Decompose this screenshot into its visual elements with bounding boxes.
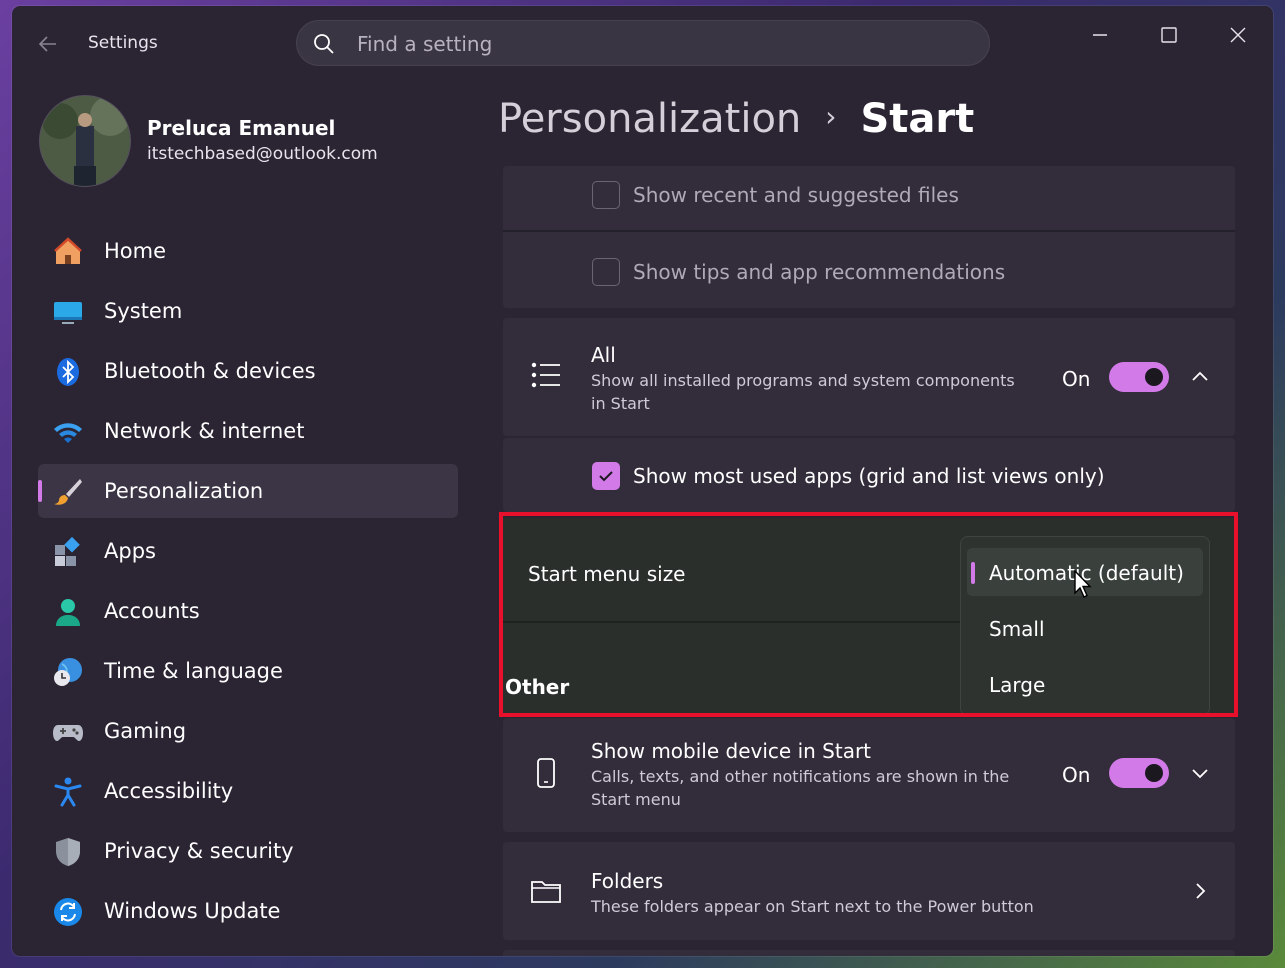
mobile-toggle-state: On — [1062, 763, 1091, 787]
sidebar-item-label: Apps — [104, 539, 156, 563]
sidebar-item-label: Windows Update — [104, 899, 281, 923]
mobile-toggle[interactable] — [1109, 758, 1169, 788]
mobile-title: Show mobile device in Start — [591, 739, 872, 763]
settings-window: Settings Find a setting Preluca Emanuel … — [12, 6, 1273, 956]
sidebar-item-personalization[interactable]: Personalization — [38, 464, 458, 518]
accounts-icon — [52, 596, 84, 628]
sidebar-item-time-language[interactable]: Time & language — [38, 644, 458, 698]
sidebar-item-label: Gaming — [104, 719, 187, 743]
maximize-button[interactable] — [1154, 20, 1184, 50]
sidebar-item-privacy[interactable]: Privacy & security — [38, 824, 458, 878]
sidebar-item-label: Home — [104, 239, 167, 263]
sidebar-item-label: System — [104, 299, 183, 323]
apps-icon — [52, 536, 84, 568]
list-icon — [529, 358, 563, 392]
sidebar-item-home[interactable]: Home — [38, 224, 458, 278]
page-title: Start — [860, 96, 975, 142]
chevron-right-icon[interactable] — [1189, 880, 1211, 902]
all-toggle-state: On — [1062, 367, 1091, 391]
all-title: All — [591, 343, 616, 367]
sidebar-item-label: Accounts — [104, 599, 200, 623]
sidebar-item-label: Network & internet — [104, 419, 305, 443]
search-icon — [313, 33, 335, 55]
avatar[interactable] — [39, 95, 131, 187]
breadcrumb-separator: › — [825, 100, 837, 133]
mobile-subtitle-2: Start menu — [591, 790, 681, 809]
search-box[interactable]: Find a setting — [296, 20, 990, 66]
title-bar: Settings Find a setting — [12, 6, 1273, 82]
profile-name: Preluca Emanuel — [147, 116, 336, 140]
breadcrumb-parent[interactable]: Personalization — [498, 96, 801, 142]
sidebar-item-label: Time & language — [104, 659, 283, 683]
folder-icon — [529, 874, 563, 908]
wifi-icon — [52, 416, 84, 448]
folders-subtitle: These folders appear on Start next to th… — [591, 897, 1034, 916]
divider — [503, 230, 1235, 232]
mobile-subtitle: Calls, texts, and other notifications ar… — [591, 767, 1010, 786]
recent-files-checkbox[interactable] — [592, 181, 620, 209]
all-toggle[interactable] — [1109, 362, 1169, 392]
minimize-button[interactable] — [1085, 20, 1115, 50]
globe-clock-icon — [52, 656, 84, 688]
most-used-checkbox[interactable] — [592, 462, 620, 490]
recent-files-label: Show recent and suggested files — [633, 183, 959, 207]
sidebar-item-windows-update[interactable]: Windows Update — [38, 884, 458, 938]
phone-icon — [529, 756, 563, 790]
shield-icon — [52, 836, 84, 868]
update-icon — [52, 896, 84, 928]
folders-title: Folders — [591, 869, 664, 893]
sidebar-item-bluetooth[interactable]: Bluetooth & devices — [38, 344, 458, 398]
app-title: Settings — [88, 33, 158, 53]
gamepad-icon — [52, 716, 84, 748]
chevron-down-icon[interactable] — [1189, 762, 1211, 784]
search-input[interactable]: Find a setting — [357, 32, 492, 56]
sidebar-nav: Home System Bluetooth & devices Network … — [38, 224, 458, 944]
sidebar-item-accounts[interactable]: Accounts — [38, 584, 458, 638]
bluetooth-icon — [52, 356, 84, 388]
close-button[interactable] — [1223, 20, 1253, 50]
chevron-up-icon[interactable] — [1189, 366, 1211, 388]
all-subtitle-2: in Start — [591, 394, 650, 413]
sidebar-item-system[interactable]: System — [38, 284, 458, 338]
sidebar-item-accessibility[interactable]: Accessibility — [38, 764, 458, 818]
accessibility-icon — [52, 776, 84, 808]
sidebar-item-gaming[interactable]: Gaming — [38, 704, 458, 758]
all-subtitle: Show all installed programs and system c… — [591, 371, 1015, 390]
back-arrow-icon[interactable] — [36, 32, 60, 56]
mouse-cursor-icon — [1073, 569, 1093, 598]
most-used-label: Show most used apps (grid and list views… — [633, 464, 1105, 488]
sidebar-item-label: Privacy & security — [104, 839, 294, 863]
paintbrush-icon — [52, 476, 84, 508]
sidebar-item-apps[interactable]: Apps — [38, 524, 458, 578]
sidebar-item-label: Personalization — [104, 479, 264, 503]
sidebar-item-label: Accessibility — [104, 779, 234, 803]
system-icon — [52, 296, 84, 328]
next-card — [503, 950, 1235, 956]
profile-email: itstechbased@outlook.com — [147, 144, 378, 164]
breadcrumb: Personalization › Start — [498, 96, 974, 142]
highlight-annotation-box — [499, 512, 1238, 717]
tips-checkbox[interactable] — [592, 258, 620, 286]
tips-label: Show tips and app recommendations — [633, 260, 1006, 284]
sidebar-item-label: Bluetooth & devices — [104, 359, 316, 383]
sidebar-item-network[interactable]: Network & internet — [38, 404, 458, 458]
home-icon — [52, 236, 84, 268]
